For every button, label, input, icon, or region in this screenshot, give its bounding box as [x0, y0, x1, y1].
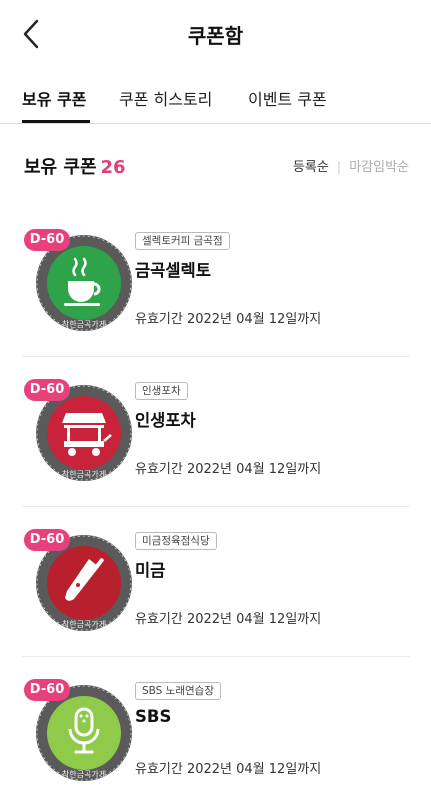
dday-badge: D-60 [24, 379, 70, 401]
tab-coupon-history[interactable]: 쿠폰 히스토리 [119, 86, 212, 110]
page-title: 쿠폰함 [187, 24, 244, 48]
coupon-item[interactable]: 착한금곡가게 D-60 인생포차 인생포차 유효기간 2022년 04월 12일… [22, 357, 410, 507]
coupon-item[interactable]: 착한금곡가게 D-60 미금정육점식당 미금 유효기간 2022년 04월 12… [22, 507, 410, 657]
sort-divider: | [336, 160, 342, 175]
sort-by-deadline[interactable]: 마감임박순 [349, 160, 409, 175]
app-header: 쿠폰함 [0, 0, 431, 66]
dday-badge: D-60 [24, 529, 70, 551]
store-category-tag: 미금정육점식당 [135, 532, 217, 550]
coupon-expiry: 유효기간 2022년 04월 12일까지 [135, 612, 322, 627]
coupon-badge: 착한금곡가게 D-60 [24, 379, 134, 489]
store-category-tag: 인생포차 [135, 382, 188, 400]
coupon-name: 인생포차 [135, 411, 196, 430]
coupon-name: 금곡셀렉토 [135, 261, 211, 280]
stamp-bottom-text: 착한금곡가게 [62, 619, 106, 629]
tab-bar: 보유 쿠폰 쿠폰 히스토리 이벤트 쿠폰 [0, 72, 431, 124]
section-title: 보유 쿠폰 26 [24, 153, 126, 179]
stamp-bottom-text: 착한금곡가게 [62, 319, 106, 329]
coupon-count: 26 [100, 157, 126, 178]
sort-options: 등록순 | 마감임박순 [293, 156, 409, 175]
dday-badge: D-60 [24, 679, 70, 701]
coupon-name: SBS [135, 707, 172, 726]
stamp-bottom-text: 착한금곡가게 [62, 769, 106, 779]
dday-badge: D-60 [24, 229, 70, 251]
store-category-tag: 셀렉토커피 금곡점 [135, 232, 230, 250]
section-title-label: 보유 쿠폰 [24, 157, 97, 178]
tab-owned-coupons[interactable]: 보유 쿠폰 [22, 86, 86, 110]
active-tab-indicator [22, 120, 90, 123]
coupon-expiry: 유효기간 2022년 04월 12일까지 [135, 462, 322, 477]
tab-event-coupons[interactable]: 이벤트 쿠폰 [248, 86, 327, 110]
coupon-item[interactable]: 착한금곡가게 D-60 SBS 노래연습장 SBS 유효기간 2022년 04월… [22, 657, 410, 800]
coupon-badge: 착한금곡가게 D-60 [24, 679, 134, 789]
coupon-badge: 착한금곡가게 D-60 [24, 229, 134, 339]
coupon-expiry: 유효기간 2022년 04월 12일까지 [135, 312, 322, 327]
coupon-list-header: 보유 쿠폰 26 등록순 | 마감임박순 [0, 150, 431, 180]
coupon-name: 미금 [135, 561, 166, 580]
coupon-badge: 착한금곡가게 D-60 [24, 529, 134, 639]
stamp-bottom-text: 착한금곡가게 [62, 469, 106, 479]
coupon-expiry: 유효기간 2022년 04월 12일까지 [135, 762, 322, 777]
sort-by-registration[interactable]: 등록순 [293, 160, 329, 175]
coupon-item[interactable]: 착한금곡가게 D-60 셀렉토커피 금곡점 금곡셀렉토 유효기간 2022년 0… [22, 207, 410, 357]
store-category-tag: SBS 노래연습장 [135, 682, 221, 700]
